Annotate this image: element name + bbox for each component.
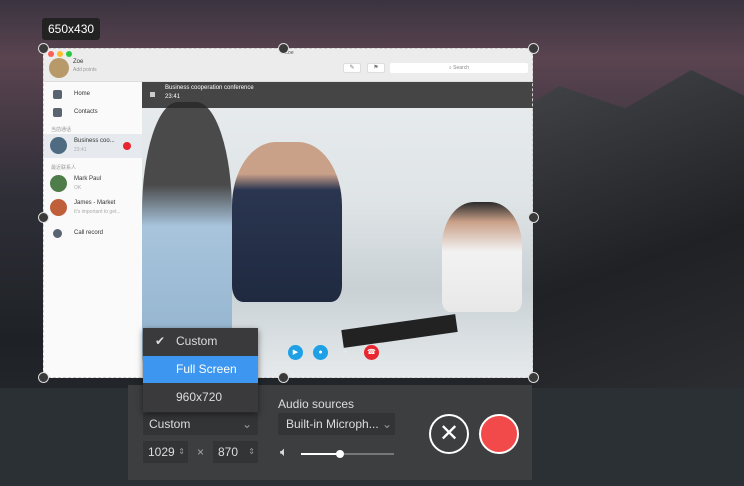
menu-item-label: Custom [176,334,218,348]
checkmark-icon: ✔ [155,334,166,348]
audio-sources-label: Audio sources [278,397,355,411]
selection-rectangle[interactable] [43,48,533,378]
cancel-button[interactable]: ✕ [429,414,469,454]
times-sign: × [197,445,205,459]
record-button[interactable] [479,414,519,454]
close-icon: ✕ [438,420,460,447]
resize-handle-s[interactable] [278,372,289,383]
menu-item-label: Full Screen [176,362,237,376]
height-stepper[interactable]: 870 ⇕ [213,441,258,463]
size-dropdown-menu: ✔ Custom Full Screen 960x720 [143,328,258,412]
resize-handle-ne[interactable] [528,43,539,54]
selection-size-badge: 650x430 [42,18,101,40]
resize-handle-nw[interactable] [38,43,49,54]
volume-slider[interactable] [301,450,394,458]
speaker-icon: 🔈︎ [280,444,288,459]
stepper-icon: ⇕ [178,447,185,456]
volume-fill [301,453,341,455]
resize-handle-sw[interactable] [38,372,49,383]
width-stepper[interactable]: 1029 ⇕ [143,441,188,463]
resize-handle-e[interactable] [528,212,539,223]
volume-knob[interactable] [336,450,345,458]
resize-handle-w[interactable] [38,212,49,223]
size-select-value: Custom [149,417,191,431]
chevron-down-icon: ⌄ [381,417,392,431]
chevron-down-icon: ⌄ [241,417,252,431]
stepper-icon: ⇕ [248,447,255,456]
menu-item-custom[interactable]: ✔ Custom [143,328,258,355]
resize-handle-n[interactable] [278,43,289,54]
menu-item-label: 960x720 [176,390,223,404]
size-select[interactable]: Custom ⌄ [143,413,258,435]
resize-handle-se[interactable] [528,372,539,383]
width-value: 1029 [148,445,175,459]
menu-item-full-screen[interactable]: Full Screen [143,356,258,383]
audio-source-select[interactable]: Built-in Microph... ⌄ [278,413,395,435]
audio-source-value: Built-in Microph... [286,417,379,431]
height-value: 870 [218,445,239,459]
menu-item-960x720[interactable]: 960x720 [143,384,258,411]
